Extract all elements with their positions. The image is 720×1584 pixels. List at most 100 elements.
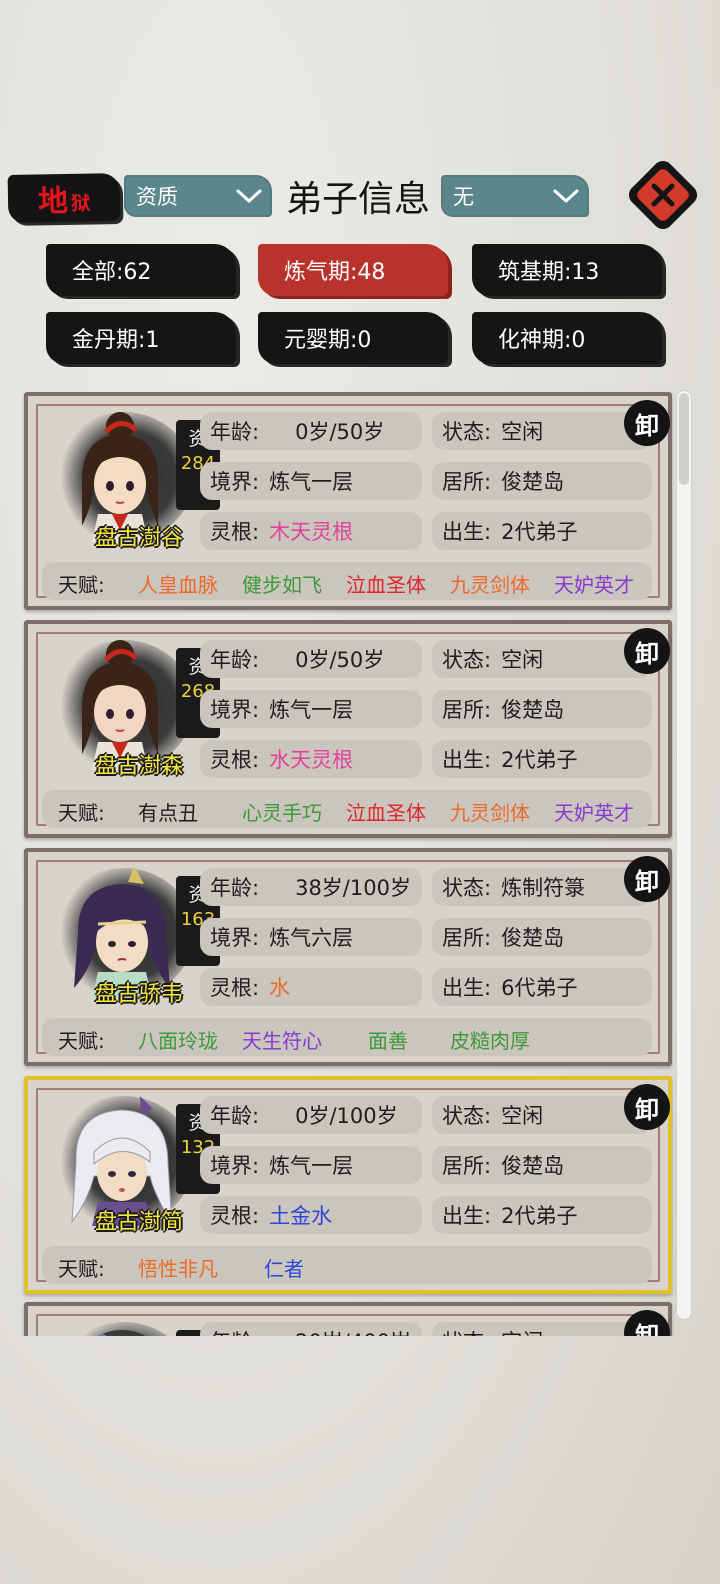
talent-tag: 有点丑 [138,801,198,825]
page-title: 弟子信息 [285,179,430,220]
stage-tab-label: 炼气期:48 [284,260,386,285]
age-field: 年龄: 38岁/100岁 [200,868,422,906]
filter-dropdown[interactable]: 无 [441,175,589,217]
scrollbar[interactable] [676,390,692,1320]
talent-tag: 面善 [368,1029,408,1053]
spirit-root-label: 灵根: [210,748,260,772]
disciple-portrait: 资 284 盘古澍谷 [48,406,220,554]
talent-label: 天赋: [58,1257,105,1281]
birth-value: 2代弟子 [501,1204,578,1228]
residence-label: 居所: [442,1154,492,1178]
stage-tab-golden-core[interactable]: 金丹期:1 [46,312,236,364]
talent-tag: 天生符心 [242,1029,322,1053]
age-field: 年龄: 0岁/50岁 [200,640,422,678]
disciple-list[interactable]: 资 284 盘古澍谷 年龄: 0岁/50岁 状态: 空闲 境界: 炼气一层 居所… [0,388,720,1336]
realm-field: 境界: 炼气六层 [200,918,422,956]
residence-value: 俊楚岛 [501,470,565,494]
spirit-root-value: 水 [269,976,291,1000]
dismiss-label: 卸 [635,867,659,896]
state-value: 空闲 [501,420,544,444]
residence-field: 居所: 俊楚岛 [432,918,652,956]
stage-tab-label: 金丹期:1 [72,328,160,353]
spirit-root-field: 灵根: 水 [200,968,422,1006]
state-label: 状态: [442,1104,492,1128]
realm-label: 境界: [210,1154,260,1178]
stage-tab-nascent-soul[interactable]: 元婴期:0 [258,312,448,364]
disciple-card[interactable]: 资 163 盘古骄韦 年龄: 38岁/100岁 状态: 炼制符箓 境界: 炼气六… [24,848,672,1066]
state-field: 状态: 空闲 [432,1322,652,1336]
talent-label: 天赋: [58,801,105,825]
state-value: 空闲 [501,1104,544,1128]
disciple-portrait: 资 268 盘古澍森 [48,634,220,782]
realm-value: 炼气一层 [269,470,354,494]
residence-label: 居所: [442,926,492,950]
disciple-card[interactable]: 资 年龄: 20岁/400岁 状态: 空闲 境界: 居所: 灵根: 出生: [24,1302,672,1336]
disciple-name: 盘古澍谷 [94,526,183,551]
age-value: 0岁/100岁 [295,1104,398,1128]
sort-dropdown[interactable]: 资质 [124,175,272,217]
birth-field: 出生: 2代弟子 [432,1196,652,1234]
realm-field: 境界: 炼气一层 [200,690,422,728]
close-icon [651,183,675,207]
state-field: 状态: 炼制符箓 [432,868,652,906]
disciple-card[interactable]: 资 132 盘古澍简 年龄: 0岁/100岁 状态: 空闲 境界: 炼气一层 居… [24,1076,672,1294]
talent-tag: 皮糙肉厚 [450,1029,530,1053]
sort-dropdown-value: 资质 [136,185,178,209]
birth-field: 出生: 2代弟子 [432,740,652,778]
age-field: 年龄: 0岁/100岁 [200,1096,422,1134]
residence-label: 居所: [442,470,492,494]
birth-value: 2代弟子 [501,520,578,544]
disciple-name: 盘古澍简 [94,1210,183,1235]
realm-label: 境界: [210,926,260,950]
age-value: 0岁/50岁 [295,648,385,672]
spirit-root-label: 灵根: [210,520,260,544]
stage-tab-foundation[interactable]: 筑基期:13 [472,244,662,296]
talent-tag: 天妒英才 [554,801,634,825]
state-field: 状态: 空闲 [432,640,652,678]
talent-field: 天赋: 八面玲珑 天生符心 面善 皮糙肉厚 [42,1018,652,1056]
talent-field: 天赋: 有点丑 心灵手巧 泣血圣体 九灵剑体 天妒英才 [42,790,652,828]
residence-label: 居所: [442,698,492,722]
stage-tab-all[interactable]: 全部:62 [46,244,236,296]
residence-field: 居所: 俊楚岛 [432,462,652,500]
spirit-root-label: 灵根: [210,976,260,1000]
stage-tab-qi-refining[interactable]: 炼气期:48 [258,244,448,296]
realm-label: 境界: [210,698,260,722]
residence-value: 俊楚岛 [501,926,565,950]
disciple-card[interactable]: 资 284 盘古澍谷 年龄: 0岁/50岁 状态: 空闲 境界: 炼气一层 居所… [24,392,672,610]
state-field: 状态: 空闲 [432,412,652,450]
spirit-root-value: 木天灵根 [269,520,354,544]
birth-field: 出生: 6代弟子 [432,968,652,1006]
residence-value: 俊楚岛 [501,698,565,722]
state-label: 状态: [442,648,492,672]
residence-field: 居所: 俊楚岛 [432,1146,652,1184]
talent-label: 天赋: [58,1029,105,1053]
birth-value: 2代弟子 [501,748,578,772]
stage-tab-spirit[interactable]: 化神期:0 [472,312,662,364]
state-value: 炼制符箓 [501,876,586,900]
disciple-card[interactable]: 资 268 盘古澍森 年龄: 0岁/50岁 状态: 空闲 境界: 炼气一层 居所… [24,620,672,838]
age-label: 年龄: [210,876,260,900]
state-field: 状态: 空闲 [432,1096,652,1134]
dismiss-button[interactable]: 卸 [624,856,670,902]
disciple-portrait: 资 [48,1316,220,1336]
dismiss-button[interactable]: 卸 [624,1084,670,1130]
birth-label: 出生: [442,748,492,772]
dismiss-button[interactable]: 卸 [624,400,670,446]
dismiss-label: 卸 [635,1321,659,1337]
realm-value: 炼气一层 [269,1154,354,1178]
scrollbar-thumb[interactable] [679,393,689,485]
realm-value: 炼气一层 [269,698,354,722]
disciple-name: 盘古澍森 [94,754,183,779]
state-label: 状态: [442,1326,491,1336]
realm-value: 炼气六层 [269,926,354,950]
age-label: 年龄: [210,648,260,672]
stage-tab-label: 全部:62 [72,260,152,285]
talent-tag: 泣血圣体 [346,573,426,597]
birth-label: 出生: [442,520,492,544]
talent-label: 天赋: [58,573,105,597]
disciple-portrait: 资 163 盘古骄韦 [48,862,220,1010]
close-button[interactable] [624,156,702,234]
dismiss-button[interactable]: 卸 [624,628,670,674]
dismiss-label: 卸 [635,639,659,668]
